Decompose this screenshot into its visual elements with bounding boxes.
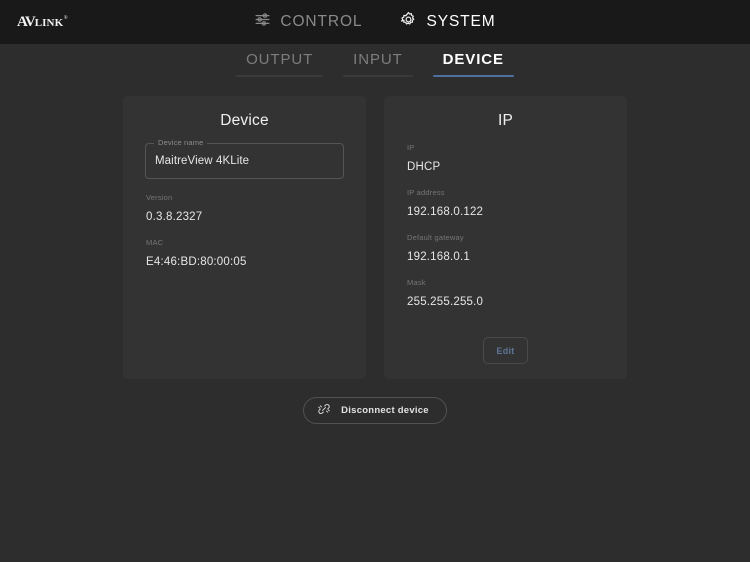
gear-icon: [400, 11, 417, 33]
disconnect-device-button[interactable]: Disconnect device: [303, 397, 447, 424]
logo-link-text: LINK: [34, 16, 64, 29]
device-name-legend: Device name: [154, 138, 208, 148]
device-row-mac-value: E4:46:BD:80:00:05: [146, 256, 247, 268]
device-row-version-label: Version: [146, 193, 173, 202]
tab-input[interactable]: INPUT: [336, 51, 420, 77]
tab-device-label: DEVICE: [442, 51, 504, 68]
tab-bar: OUTPUT INPUT DEVICE: [0, 44, 750, 84]
ip-card: IP IP DHCP IP address 192.168.0.122 Defa…: [384, 96, 627, 379]
ip-row-mode: IP DHCP: [404, 143, 607, 174]
tab-device-underline: [432, 74, 514, 77]
unlink-icon: [317, 402, 331, 419]
device-card-title: Device: [220, 112, 269, 129]
tab-output[interactable]: OUTPUT: [229, 51, 330, 77]
nav-item-system[interactable]: SYSTEM: [400, 11, 495, 33]
primary-nav: CONTROL SYSTEM: [254, 11, 495, 33]
ip-row-mask-value: 255.255.255.0: [407, 296, 484, 308]
tab-output-label: OUTPUT: [246, 51, 314, 68]
ip-row-mask: Mask 255.255.255.0: [404, 278, 607, 309]
main-content: Device Device name MaitreView 4KLite Ver…: [0, 84, 750, 424]
nav-item-control[interactable]: CONTROL: [254, 11, 362, 33]
ip-row-mask-label: Mask: [407, 278, 426, 287]
device-name-field[interactable]: Device name MaitreView 4KLite: [145, 138, 344, 179]
ip-row-address-value: 192.168.0.122: [407, 206, 484, 218]
edit-button-wrap: Edit: [384, 337, 627, 364]
device-row-mac: MAC E4:46:BD:80:00:05: [143, 238, 346, 269]
device-row-mac-label: MAC: [146, 238, 164, 247]
disconnect-wrap: Disconnect device: [303, 397, 447, 424]
device-row-version: Version 0.3.8.2327: [143, 193, 346, 224]
edit-button[interactable]: Edit: [483, 337, 528, 364]
ip-row-address-label: IP address: [407, 188, 445, 197]
cards-row: Device Device name MaitreView 4KLite Ver…: [123, 96, 627, 379]
device-name-value: MaitreView 4KLite: [155, 155, 250, 167]
tab-device[interactable]: DEVICE: [426, 51, 521, 77]
ip-card-title: IP: [497, 112, 514, 129]
sliders-icon: [254, 11, 271, 33]
ip-row-gateway-label: Default gateway: [407, 233, 464, 242]
tab-output-underline: [236, 75, 324, 77]
tab-input-underline: [343, 75, 413, 77]
avlink-logo: AV LINK ®: [17, 0, 68, 44]
tab-input-label: INPUT: [353, 51, 403, 68]
logo-trademark: ®: [63, 15, 68, 21]
ip-row-gateway-value: 192.168.0.1: [407, 251, 470, 263]
device-row-version-value: 0.3.8.2327: [146, 211, 203, 223]
ip-row-gateway: Default gateway 192.168.0.1: [404, 233, 607, 264]
disconnect-device-label: Disconnect device: [341, 405, 429, 416]
ip-row-mode-value: DHCP: [407, 161, 441, 173]
nav-label-control: CONTROL: [280, 13, 363, 30]
device-card: Device Device name MaitreView 4KLite Ver…: [123, 96, 366, 379]
nav-label-system: SYSTEM: [426, 13, 496, 30]
logo-av-text: AV: [17, 13, 36, 30]
ip-row-address: IP address 192.168.0.122: [404, 188, 607, 219]
app-header: AV LINK ® CONTROL SYSTEM: [0, 0, 750, 44]
ip-row-mode-label: IP: [407, 143, 415, 152]
